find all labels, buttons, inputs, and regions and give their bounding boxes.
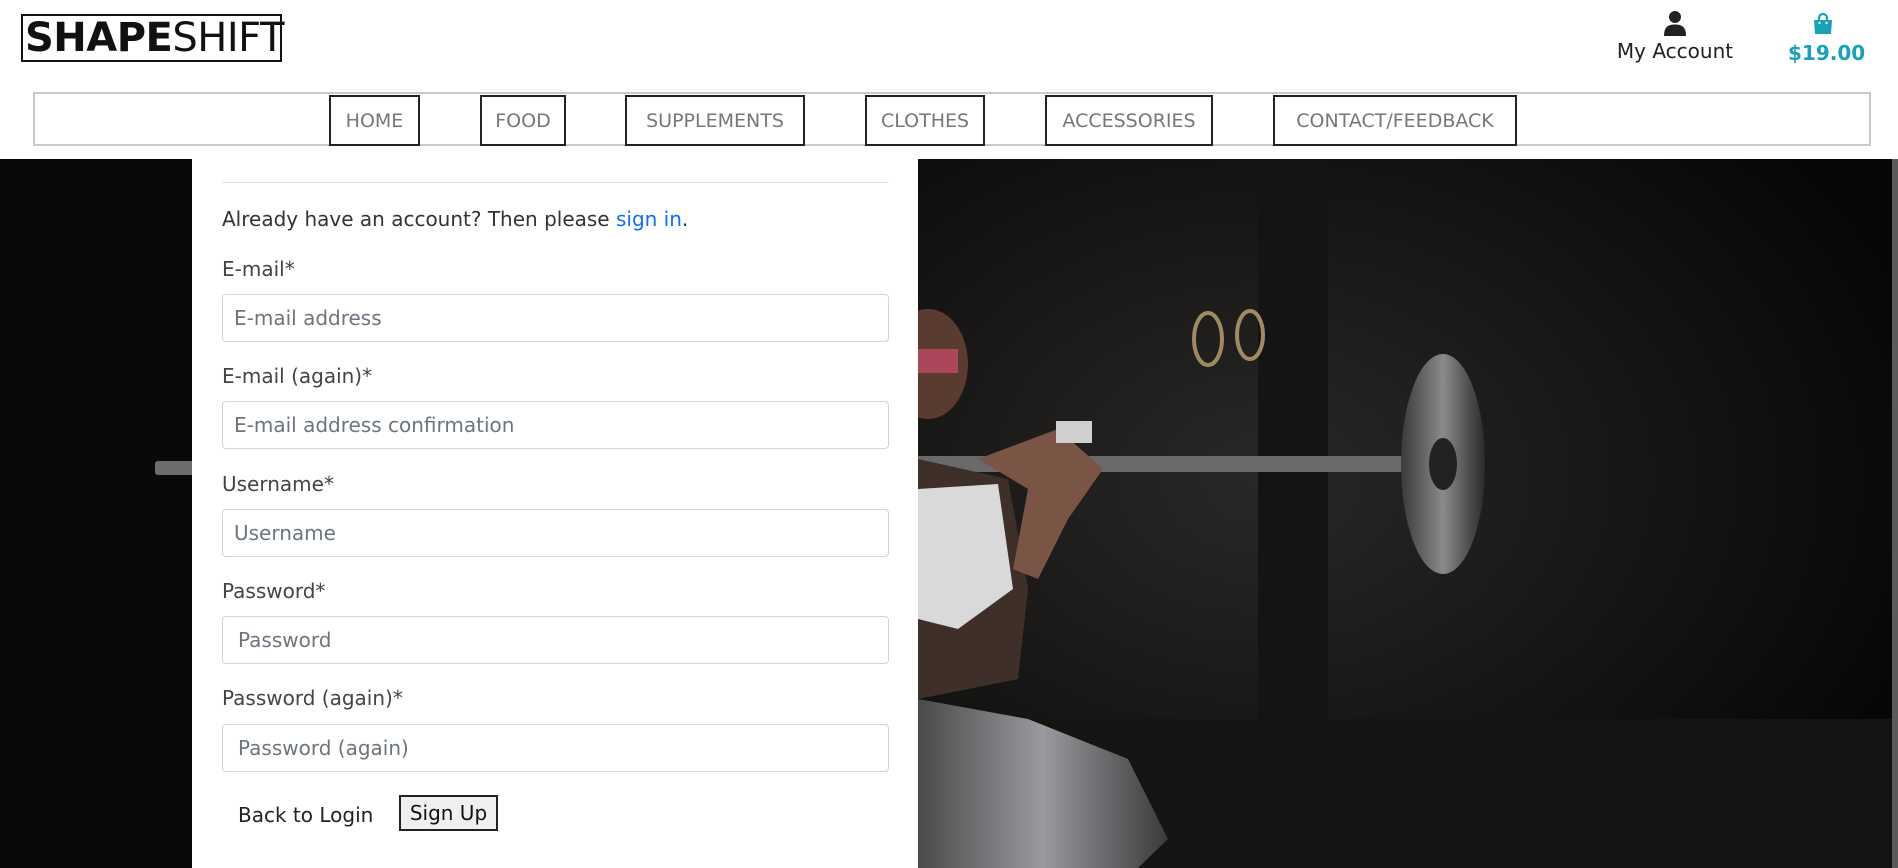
- password-label: Password*: [222, 579, 326, 603]
- nav-item-food[interactable]: FOOD: [480, 95, 566, 146]
- nav-item-supplements[interactable]: SUPPLEMENTS: [625, 95, 805, 146]
- email-field[interactable]: [222, 294, 889, 342]
- shopping-bag-icon: [1814, 12, 1832, 34]
- weightlifter-photo: [918, 159, 1898, 868]
- my-account-label: My Account: [1616, 39, 1734, 63]
- email-again-label: E-mail (again)*: [222, 364, 373, 388]
- logo-text-bold: SHAPE: [25, 15, 173, 61]
- email-again-field[interactable]: [222, 401, 889, 449]
- signin-prompt: Already have an account? Then please sig…: [222, 207, 688, 231]
- form-divider: [222, 182, 889, 183]
- password-field[interactable]: [222, 616, 889, 664]
- barbell-end-left: [155, 461, 195, 475]
- sign-in-link[interactable]: sign in: [616, 207, 682, 231]
- nav-item-accessories[interactable]: ACCESSORIES: [1045, 95, 1213, 146]
- signup-form-card: Already have an account? Then please sig…: [192, 159, 918, 868]
- password-again-label: Password (again)*: [222, 686, 403, 710]
- nav-item-contact-feedback[interactable]: CONTACT/FEEDBACK: [1273, 95, 1517, 146]
- main-navigation: HOME FOOD SUPPLEMENTS CLOTHES ACCESSORIE…: [33, 92, 1871, 146]
- nav-item-clothes[interactable]: CLOTHES: [865, 95, 985, 146]
- password-again-field[interactable]: [222, 724, 889, 772]
- cart-total: $19.00: [1788, 41, 1866, 65]
- scrollbar-track[interactable]: [1892, 159, 1898, 868]
- my-account-link[interactable]: My Account: [1614, 10, 1736, 70]
- back-to-login-link[interactable]: Back to Login: [238, 803, 373, 827]
- site-logo[interactable]: SHAPE SHIFT: [21, 14, 284, 62]
- shopping-cart-link[interactable]: $19.00: [1788, 12, 1865, 70]
- sign-up-button[interactable]: Sign Up: [399, 795, 498, 831]
- signin-prompt-text: Already have an account? Then please: [222, 207, 616, 231]
- nav-item-home[interactable]: HOME: [329, 95, 420, 146]
- username-field[interactable]: [222, 509, 889, 557]
- logo-text-light: SHIFT: [172, 15, 284, 61]
- signin-prompt-end: .: [681, 207, 689, 231]
- username-label: Username*: [222, 472, 334, 496]
- site-header: SHAPE SHIFT My Account $19.00: [0, 0, 1898, 92]
- user-icon: [1664, 11, 1686, 36]
- email-label: E-mail*: [222, 257, 295, 281]
